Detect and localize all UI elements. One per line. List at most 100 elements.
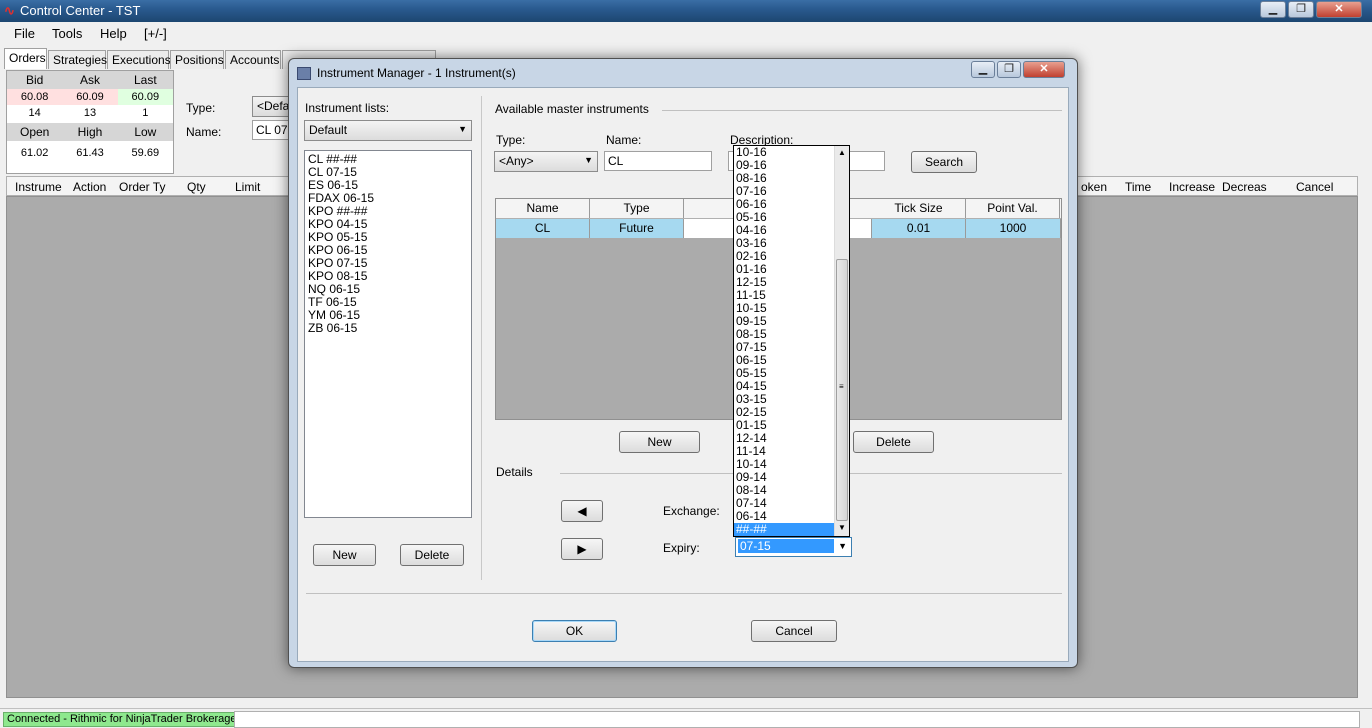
col-order-type[interactable]: Order Ty bbox=[119, 180, 165, 194]
menu-bar: File Tools Help [+/-] bbox=[0, 22, 1372, 46]
dialog-icon bbox=[297, 67, 311, 80]
expiry-label: Expiry: bbox=[663, 541, 700, 555]
tab-positions[interactable]: Positions bbox=[170, 50, 224, 69]
low-value: 59.69 bbox=[131, 147, 160, 159]
scroll-down-icon[interactable]: ▼ bbox=[838, 523, 846, 532]
grip-icon: ≡ bbox=[839, 382, 844, 391]
quote-panel: Bid Ask Last 60.08 60.09 60.09 14 13 1 O… bbox=[6, 70, 174, 174]
status-bar: Connected - Rithmic for NinjaTrader Brok… bbox=[0, 708, 1372, 728]
col-type[interactable]: Type bbox=[590, 199, 684, 218]
dialog-title: Instrument Manager - 1 Instrument(s) bbox=[317, 66, 516, 80]
list-item[interactable]: ZB 06-15 bbox=[305, 322, 471, 335]
instrument-manager-dialog: Instrument Manager - 1 Instrument(s) ▁ ❐… bbox=[288, 58, 1078, 668]
col-cancel[interactable]: Cancel bbox=[1296, 180, 1333, 194]
col-qty[interactable]: Qty bbox=[187, 180, 206, 194]
high-value: 61.43 bbox=[76, 147, 104, 159]
col-action[interactable]: Action bbox=[73, 180, 106, 194]
col-time[interactable]: Time bbox=[1125, 180, 1151, 194]
open-header: Open bbox=[19, 125, 50, 139]
master-type-label: Type: bbox=[496, 133, 526, 147]
minimize-button[interactable]: ▁ bbox=[1260, 1, 1286, 18]
list-new-button[interactable]: New bbox=[313, 544, 376, 566]
move-left-button[interactable]: ◀ bbox=[561, 500, 603, 522]
scroll-up-icon[interactable]: ▲ bbox=[838, 148, 846, 157]
cell-type: Future bbox=[590, 219, 684, 238]
search-button[interactable]: Search bbox=[911, 151, 977, 173]
title-bar: ∿ Control Center - TST ▁ ❐ ✕ bbox=[0, 0, 1372, 22]
col-tick-size[interactable]: Tick Size bbox=[872, 199, 966, 218]
move-right-button[interactable]: ▶ bbox=[561, 538, 603, 560]
dialog-close-button[interactable]: ✕ bbox=[1023, 61, 1065, 78]
chevron-down-icon: ▼ bbox=[458, 124, 467, 134]
order-name-field[interactable]: CL 07- bbox=[252, 120, 292, 140]
maximize-button[interactable]: ❐ bbox=[1288, 1, 1314, 18]
chevron-down-icon: ▼ bbox=[838, 541, 847, 551]
dropdown-option[interactable]: ##-## bbox=[734, 523, 834, 536]
separator bbox=[306, 593, 1062, 594]
cancel-button[interactable]: Cancel bbox=[751, 620, 837, 642]
tab-strategies[interactable]: Strategies bbox=[48, 50, 107, 69]
low-header: Low bbox=[134, 125, 157, 139]
menu-help[interactable]: Help bbox=[100, 26, 127, 41]
col-increase[interactable]: Increase bbox=[1169, 180, 1215, 194]
status-message-field bbox=[234, 711, 1360, 728]
menu-expand[interactable]: [+/-] bbox=[144, 26, 167, 41]
available-master-label: Available master instruments bbox=[495, 102, 649, 116]
tab-accounts[interactable]: Accounts bbox=[225, 50, 281, 69]
col-instrument[interactable]: Instrume bbox=[15, 180, 62, 194]
app-icon: ∿ bbox=[4, 3, 15, 18]
details-label: Details bbox=[496, 465, 533, 479]
order-type-combo[interactable]: <Defau bbox=[252, 96, 292, 117]
arrow-right-icon: ▶ bbox=[577, 542, 587, 556]
cell-point-value: 1000 bbox=[966, 219, 1061, 238]
bid-size: 14 bbox=[28, 107, 41, 119]
col-token[interactable]: oken bbox=[1081, 180, 1107, 194]
tab-orders[interactable]: Orders bbox=[4, 48, 47, 69]
instrument-list-select[interactable]: Default ▼ bbox=[304, 120, 472, 141]
last-size: 1 bbox=[142, 107, 149, 119]
tab-executions[interactable]: Executions bbox=[107, 50, 171, 69]
scroll-thumb[interactable]: ≡ bbox=[836, 259, 848, 521]
expiry-value: 07-15 bbox=[738, 539, 834, 553]
col-decrease[interactable]: Decreas bbox=[1222, 180, 1267, 194]
window-title: Control Center - TST bbox=[20, 3, 141, 18]
dialog-maximize-button[interactable]: ❐ bbox=[997, 61, 1021, 78]
list-delete-button[interactable]: Delete bbox=[400, 544, 464, 566]
instrument-listbox[interactable]: CL ##-## CL 07-15 ES 06-15 FDAX 06-15 KP… bbox=[304, 150, 472, 518]
expiry-select[interactable]: 07-15 ▼ bbox=[735, 537, 852, 557]
dialog-minimize-button[interactable]: ▁ bbox=[971, 61, 995, 78]
master-name-input[interactable]: CL bbox=[604, 151, 712, 171]
menu-file[interactable]: File bbox=[14, 26, 35, 41]
instrument-list-value: Default bbox=[309, 123, 348, 137]
order-type-label: Type: bbox=[186, 101, 216, 115]
menu-tools[interactable]: Tools bbox=[52, 26, 82, 41]
separator bbox=[662, 110, 1062, 111]
close-button[interactable]: ✕ bbox=[1316, 1, 1362, 18]
master-name-label: Name: bbox=[606, 133, 642, 147]
col-point-value[interactable]: Point Val. bbox=[966, 199, 1060, 218]
chevron-down-icon: ▼ bbox=[584, 155, 593, 165]
exchange-label: Exchange: bbox=[663, 504, 720, 518]
ask-header: Ask bbox=[79, 73, 100, 87]
col-name[interactable]: Name bbox=[496, 199, 590, 218]
bid-price: 60.08 bbox=[7, 89, 63, 105]
cell-name: CL bbox=[496, 219, 590, 238]
connection-status: Connected - Rithmic for NinjaTrader Brok… bbox=[3, 712, 241, 727]
master-type-select[interactable]: <Any> ▼ bbox=[494, 151, 598, 172]
ask-size: 13 bbox=[83, 107, 97, 119]
instrument-lists-label: Instrument lists: bbox=[305, 101, 390, 115]
master-delete-button[interactable]: Delete bbox=[853, 431, 934, 453]
arrow-left-icon: ◀ bbox=[577, 504, 587, 518]
master-new-button[interactable]: New bbox=[619, 431, 700, 453]
master-type-value: <Any> bbox=[499, 154, 534, 168]
ask-price: 60.09 bbox=[62, 89, 118, 105]
col-limit[interactable]: Limit bbox=[235, 180, 260, 194]
vertical-divider bbox=[481, 96, 482, 580]
last-header: Last bbox=[133, 73, 157, 87]
dropdown-scrollbar[interactable]: ▲ ≡ ▼ bbox=[834, 146, 849, 536]
cell-tick-size: 0.01 bbox=[872, 219, 966, 238]
last-price: 60.09 bbox=[117, 89, 173, 105]
ok-button[interactable]: OK bbox=[532, 620, 617, 642]
dialog-client: Instrument lists: Default ▼ CL ##-## CL … bbox=[297, 87, 1069, 662]
expiry-dropdown-list[interactable]: 10-16 09-16 08-16 07-16 06-16 05-16 04-16 03-16… bbox=[733, 145, 850, 537]
